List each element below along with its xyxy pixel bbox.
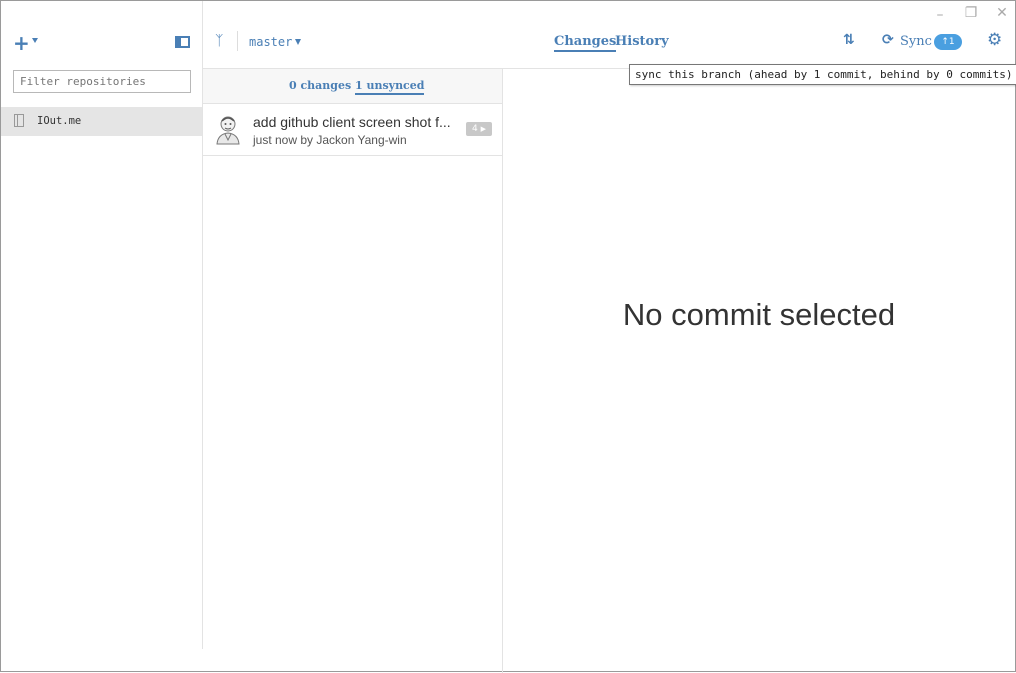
app-window: – ❐ ✕ + IOut.me ᛉ master Changes History… [0,0,1016,673]
sync-button[interactable]: Sync [900,34,932,49]
toolbar-divider [237,31,238,51]
chevron-down-icon[interactable] [295,39,301,45]
empty-state-message: No commit selected [622,297,896,332]
tab-uncommitted-changes[interactable]: 0 changes [289,79,351,92]
branch-selector[interactable]: master [249,35,292,49]
chevron-right-icon: ▶ [480,125,486,133]
tab-unsynced[interactable]: 1 unsynced [355,79,425,95]
repository-name: IOut.me [37,115,82,127]
commit-meta: just now by Jackon Yang-win [253,133,407,147]
avatar [216,116,240,145]
commit-row[interactable]: add github client screen shot f... just … [203,104,502,156]
commit-subtabs: 0 changes 1 unsynced [203,69,502,104]
sync-tooltip: sync this branch (ahead by 1 commit, beh… [629,64,1016,85]
pull-request-icon[interactable]: ⇅ [843,32,855,48]
commit-list-pane: 0 changes 1 unsynced add github client s… [203,69,503,673]
toggle-sidebar-icon[interactable] [175,36,190,48]
gear-icon[interactable]: ⚙ [987,30,1002,50]
add-repository-icon[interactable]: + [13,31,30,55]
sync-icon[interactable]: ⟳ [882,32,894,48]
unsynced-count-badge: ↑1 [934,34,962,50]
toolbar: ᛉ master Changes History ⇅ ⟳ Sync ↑1 ⚙ [203,1,1015,69]
repository-book-icon [14,114,24,127]
tab-changes[interactable]: Changes [554,34,617,52]
filter-repositories-input[interactable] [13,70,191,93]
file-count: 4 [472,124,478,134]
commit-title: add github client screen shot f... [253,114,451,130]
branch-icon[interactable]: ᛉ [215,33,223,49]
commit-detail-pane: No commit selected [503,69,1015,671]
repository-item[interactable]: IOut.me [1,107,202,136]
file-count-badge[interactable]: 4 ▶ [466,122,492,136]
tab-history[interactable]: History [615,34,669,49]
sidebar: + IOut.me [1,1,203,649]
chevron-down-icon[interactable] [32,38,38,43]
